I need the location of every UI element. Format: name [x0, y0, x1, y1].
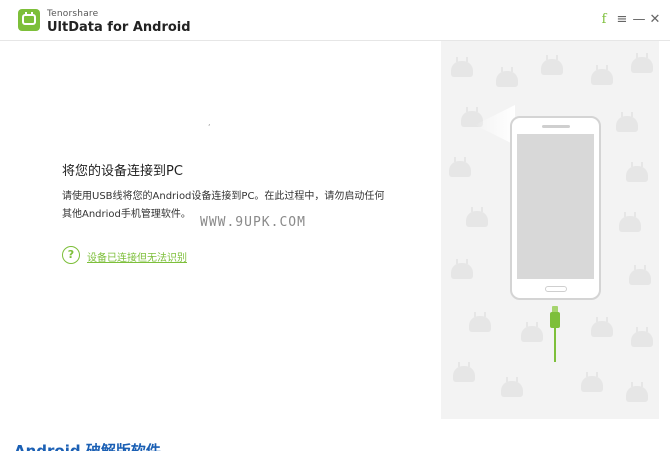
device-not-recognized-link[interactable]: 设备已连接但无法识别 [87, 249, 187, 264]
android-pattern-icon [616, 112, 638, 132]
stray-mark: , [208, 118, 211, 127]
android-pattern-icon [619, 212, 641, 232]
android-pattern-icon [501, 377, 523, 397]
android-pattern-icon [626, 162, 648, 182]
product-name: UltData for Android [47, 20, 191, 35]
footer-caption: Android 破解版软件 [14, 442, 161, 451]
phone-icon [510, 116, 601, 300]
usb-cable [554, 318, 556, 362]
facebook-icon[interactable]: f [597, 12, 611, 28]
close-icon[interactable]: ✕ [648, 12, 662, 28]
watermark-text: WWW.9UPK.COM [200, 215, 306, 230]
android-pattern-icon [449, 157, 471, 177]
phone-home-button [545, 286, 567, 292]
android-pattern-icon [631, 53, 653, 73]
android-pattern-icon [629, 265, 651, 285]
android-pattern-icon [496, 67, 518, 87]
android-pattern-icon [581, 372, 603, 392]
android-pattern-icon [451, 259, 473, 279]
android-pattern-icon [541, 55, 563, 75]
app-logo-icon [18, 9, 40, 31]
android-pattern-icon [453, 362, 475, 382]
android-pattern-icon [466, 207, 488, 227]
phone-speaker [542, 125, 570, 128]
android-pattern-icon [591, 65, 613, 85]
minimize-icon[interactable]: — [632, 12, 646, 28]
brand-name: Tenorshare [47, 9, 99, 19]
phone-screen [517, 134, 594, 279]
android-pattern-icon [469, 312, 491, 332]
android-pattern-icon [591, 317, 613, 337]
title-bar: Tenorshare UltData for Android f ≡ — ✕ [0, 0, 670, 41]
android-pattern-icon [521, 322, 543, 342]
android-pattern-icon [626, 382, 648, 402]
help-question-icon[interactable]: ? [62, 246, 80, 264]
menu-icon[interactable]: ≡ [615, 12, 629, 28]
android-pattern-icon [631, 327, 653, 347]
page-title: 将您的设备连接到PC [62, 164, 183, 179]
android-pattern-icon [451, 57, 473, 77]
